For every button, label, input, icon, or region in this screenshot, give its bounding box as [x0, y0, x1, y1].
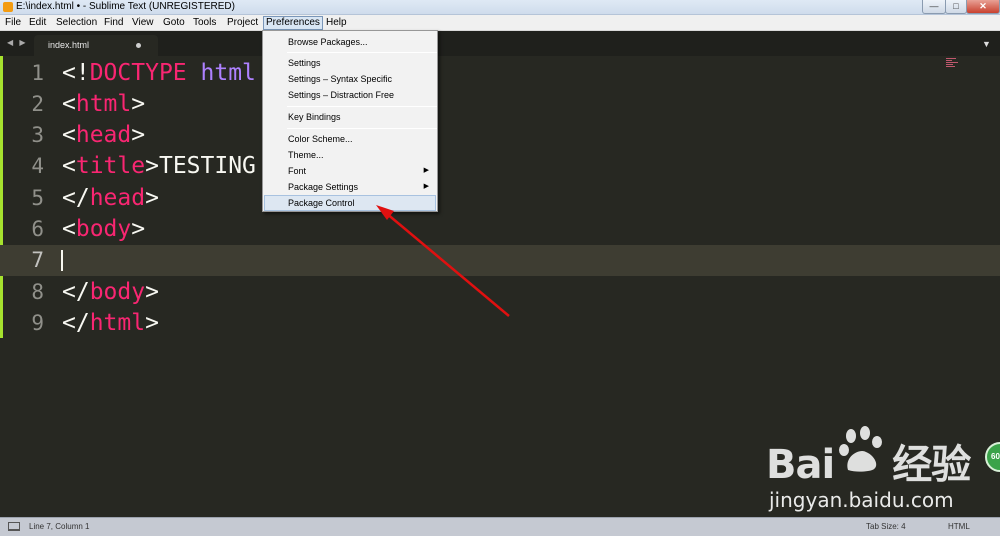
unsaved-dot-icon[interactable]: [136, 43, 141, 48]
syntax-indicator[interactable]: HTML: [948, 522, 970, 531]
minimize-button[interactable]: —: [922, 0, 946, 14]
line-number: 8: [31, 280, 44, 304]
menu-item-browse-packages[interactable]: Browse Packages...: [264, 34, 436, 50]
watermark-url: jingyan.baidu.com: [769, 488, 954, 512]
tab-label: index.html: [48, 40, 90, 50]
menu-item-font-label: Font: [288, 166, 307, 176]
tab-dropdown-icon[interactable]: ▼: [982, 39, 991, 49]
code-line[interactable]: 5 </head>: [0, 183, 1000, 214]
text-cursor: [61, 250, 63, 271]
line-number: 6: [31, 217, 44, 241]
code-line[interactable]: 1 <!DOCTYPE html: [0, 58, 1000, 89]
line-number: 5: [31, 186, 44, 210]
cursor-position: Line 7, Column 1: [29, 522, 90, 531]
baidu-paw-icon: [839, 426, 882, 472]
preferences-dropdown-menu: Browse Packages... Settings Settings – S…: [262, 30, 438, 212]
tab-index-html[interactable]: index.html: [34, 35, 158, 56]
code-line[interactable]: 8 </body>: [0, 277, 1000, 308]
code-text: </body>: [62, 279, 159, 305]
status-bar: Line 7, Column 1 Tab Size: 4 HTML: [0, 517, 1000, 536]
code-line[interactable]: 2 <html>: [0, 89, 1000, 120]
code-text: <!DOCTYPE html: [62, 60, 256, 86]
menu-item-key-bindings[interactable]: Key Bindings: [264, 109, 436, 125]
current-code-line[interactable]: 7: [0, 245, 1000, 276]
code-line[interactable]: 4 <title>TESTING: [0, 151, 1000, 182]
minimap[interactable]: [946, 58, 960, 72]
menu-item-package-settings-label: Package Settings: [288, 182, 359, 192]
sublime-app-icon: [3, 2, 13, 12]
menu-item-theme[interactable]: Theme...: [264, 147, 436, 163]
menu-separator: [287, 52, 437, 53]
menu-view[interactable]: View: [132, 17, 154, 28]
menu-item-font[interactable]: Font ▶: [264, 163, 436, 179]
line-number: 4: [31, 154, 44, 178]
code-line[interactable]: 6 <body>: [0, 214, 1000, 245]
code-text: </head>: [62, 185, 159, 211]
maximize-button[interactable]: □: [945, 0, 967, 14]
code-text: <title>TESTING: [62, 153, 256, 179]
tab-size-indicator[interactable]: Tab Size: 4: [866, 522, 906, 531]
line-number: 2: [31, 92, 44, 116]
menu-bar: File Edit Selection Find View Goto Tools…: [0, 15, 1000, 31]
code-line[interactable]: 9 </html>: [0, 308, 1000, 339]
menu-file[interactable]: File: [5, 17, 21, 28]
menu-item-settings-distraction-free[interactable]: Settings – Distraction Free: [264, 87, 436, 103]
submenu-arrow-icon: ▶: [423, 183, 429, 190]
line-number: 7: [31, 248, 44, 272]
menu-item-settings-syntax-specific[interactable]: Settings – Syntax Specific: [264, 71, 436, 87]
line-number: 3: [31, 123, 44, 147]
menu-help[interactable]: Help: [326, 17, 347, 28]
menu-item-color-scheme[interactable]: Color Scheme...: [264, 131, 436, 147]
code-text: <head>: [62, 122, 146, 148]
title-bar: E:\index.html • - Sublime Text (UNREGIST…: [0, 0, 1000, 15]
menu-separator: [287, 106, 437, 107]
menu-item-settings[interactable]: Settings: [264, 55, 436, 71]
window-title: E:\index.html • - Sublime Text (UNREGIST…: [16, 1, 235, 12]
code-text: </html>: [62, 310, 159, 336]
menu-edit[interactable]: Edit: [29, 17, 46, 28]
tab-nav-arrows-icon[interactable]: ◀ ▶: [7, 38, 28, 47]
baidu-jingyan-watermark: Bai 经验 jingyan.baidu.com: [766, 426, 996, 512]
console-toggle-icon[interactable]: [8, 522, 20, 531]
menu-separator: [287, 128, 437, 129]
menu-item-package-control[interactable]: Package Control: [264, 195, 436, 211]
menu-find[interactable]: Find: [104, 17, 123, 28]
menu-preferences[interactable]: Preferences: [263, 16, 323, 30]
line-number: 9: [31, 311, 44, 335]
close-button[interactable]: ✕: [966, 0, 1000, 14]
tab-bar: ◀ ▶ index.html ▼: [0, 31, 1000, 56]
code-line[interactable]: 3 <head>: [0, 120, 1000, 151]
menu-project[interactable]: Project: [227, 17, 258, 28]
submenu-arrow-icon: ▶: [423, 167, 429, 174]
code-text: <html>: [62, 91, 146, 117]
menu-tools[interactable]: Tools: [193, 17, 216, 28]
menu-item-package-settings[interactable]: Package Settings ▶: [264, 179, 436, 195]
menu-goto[interactable]: Goto: [163, 17, 185, 28]
menu-selection[interactable]: Selection: [56, 17, 97, 28]
line-number: 1: [31, 61, 44, 85]
code-text: <body>: [62, 216, 146, 242]
